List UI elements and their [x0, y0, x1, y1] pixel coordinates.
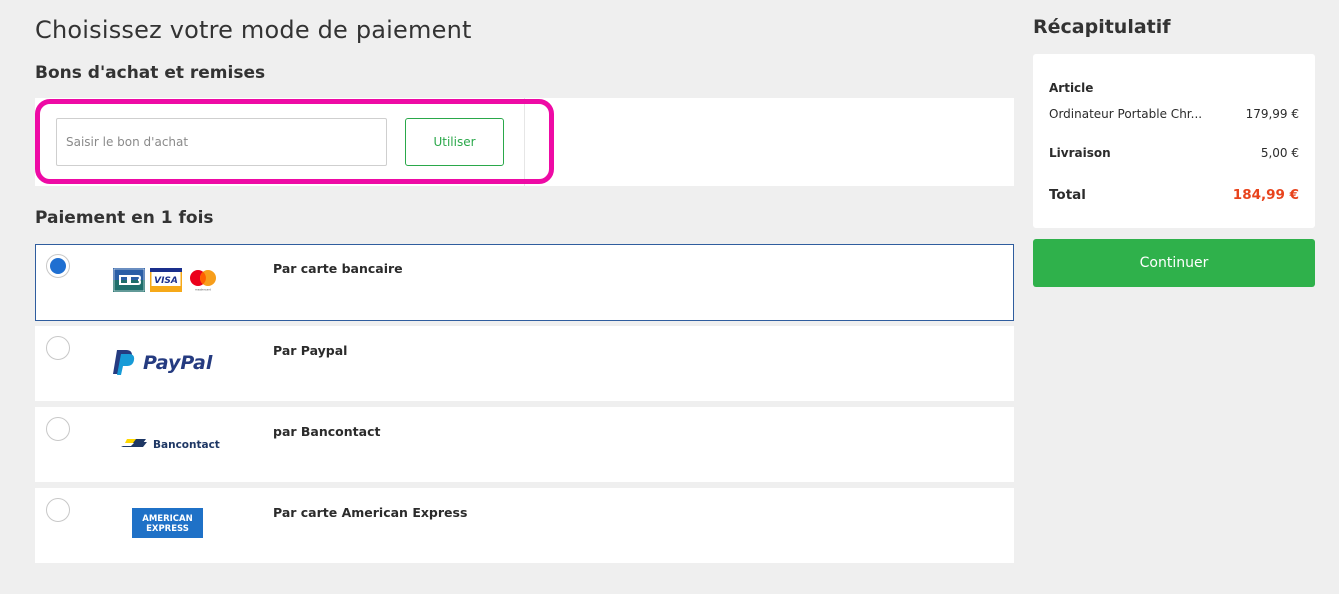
summary-shipping-label: Livraison: [1049, 146, 1111, 160]
summary-article-price: 179,99 €: [1245, 107, 1299, 121]
voucher-panel: Utiliser: [35, 98, 1014, 186]
amex-logo-text-line1: AMERICAN: [142, 514, 192, 524]
visa-card-icon: VISA: [150, 268, 182, 292]
amex-logo-text-line2: EXPRESS: [146, 524, 189, 534]
radio-amex[interactable]: [46, 498, 70, 522]
payment-label-bancontact: par Bancontact: [273, 424, 381, 439]
svg-text:VISA: VISA: [154, 276, 178, 286]
cb-card-icon: [113, 268, 145, 292]
summary-shipping-price: 5,00 €: [1260, 146, 1299, 160]
summary-article-label: Article: [1049, 81, 1094, 95]
radio-bancontact[interactable]: [46, 417, 70, 441]
summary-total-price: 184,99 €: [1232, 187, 1299, 203]
bancontact-logo-text: Bancontact: [153, 439, 220, 451]
payment-label-amex: Par carte American Express: [273, 505, 468, 520]
payment-option-paypal[interactable]: PayPal Par Paypal: [35, 326, 1014, 401]
bancontact-logo-icon: Bancontact: [121, 439, 220, 451]
payment-option-card[interactable]: VISA mastercard Par carte bancaire: [35, 244, 1014, 321]
paypal-logo-text: PayPal: [143, 352, 213, 374]
summary-total-label: Total: [1049, 187, 1086, 203]
amex-logo-icon: AMERICAN EXPRESS: [132, 508, 203, 538]
radio-card[interactable]: [46, 254, 70, 278]
payment-option-amex[interactable]: AMERICAN EXPRESS Par carte American Expr…: [35, 488, 1014, 563]
payment-option-bancontact[interactable]: Bancontact par Bancontact: [35, 407, 1014, 482]
payment-label-paypal: Par Paypal: [273, 343, 348, 358]
paypal-logo-icon: PayPal: [113, 350, 213, 375]
page-title: Choisissez votre mode de paiement: [35, 16, 472, 44]
summary-title: Récapitulatif: [1033, 16, 1171, 38]
svg-text:mastercard: mastercard: [195, 288, 211, 292]
voucher-input[interactable]: [56, 118, 387, 166]
radio-paypal[interactable]: [46, 336, 70, 360]
summary-panel: Article Ordinateur Portable Chr... 179,9…: [1033, 54, 1315, 228]
voucher-section-title: Bons d'achat et remises: [35, 63, 266, 83]
continue-button[interactable]: Continuer: [1033, 239, 1315, 287]
mastercard-icon: mastercard: [190, 270, 216, 292]
voucher-divider: [524, 98, 525, 186]
payment-section-title: Paiement en 1 fois: [35, 208, 214, 228]
use-voucher-button[interactable]: Utiliser: [405, 118, 504, 166]
summary-article-name: Ordinateur Portable Chr...: [1049, 107, 1203, 121]
payment-label-card: Par carte bancaire: [273, 261, 403, 276]
card-logos: VISA mastercard: [113, 268, 219, 292]
